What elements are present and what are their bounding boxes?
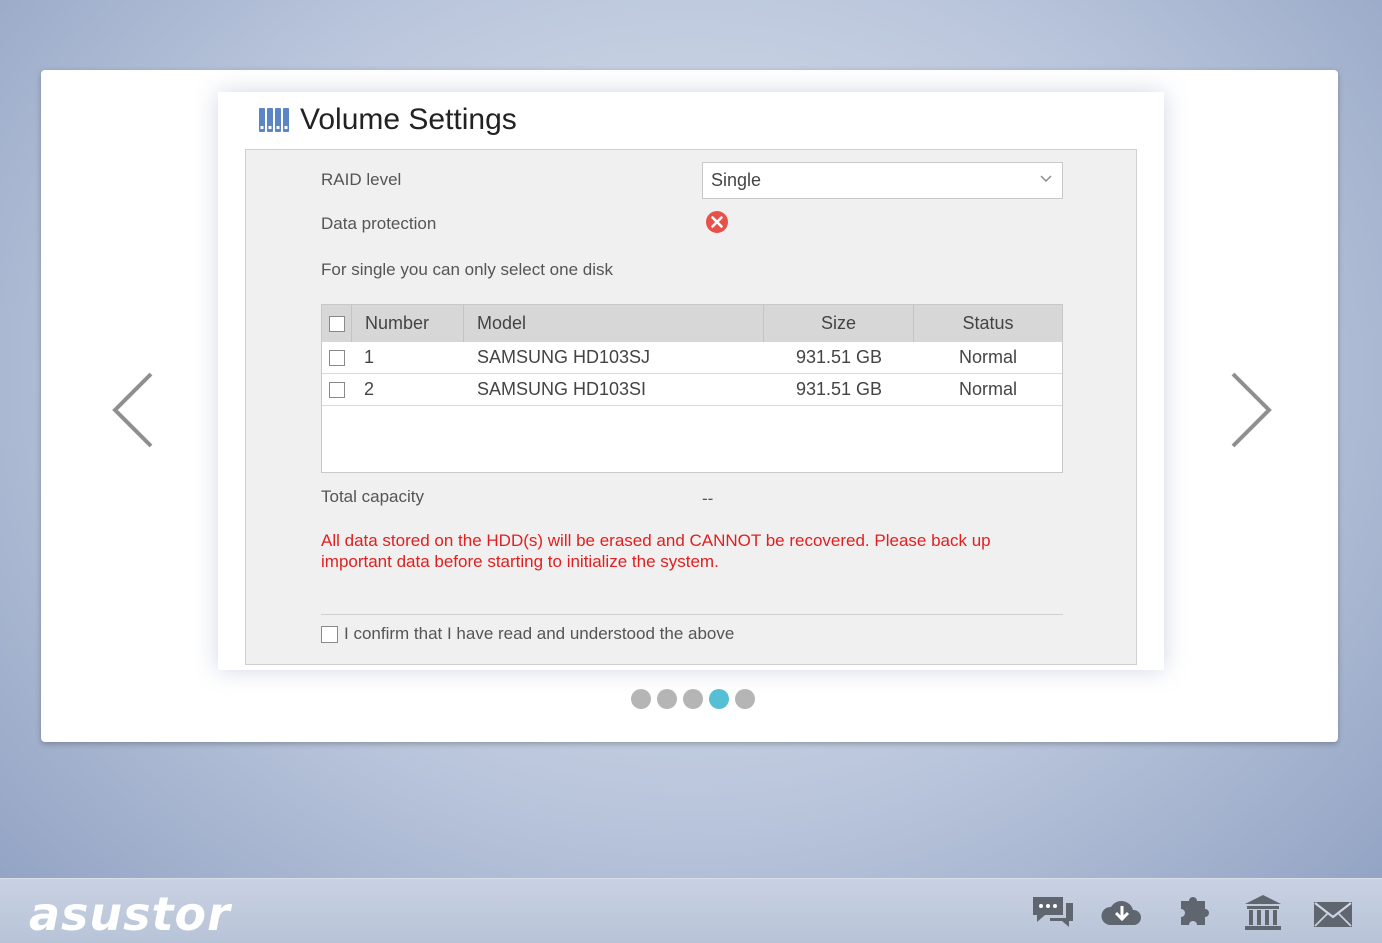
confirm-label[interactable]: I confirm that I have read and understoo… bbox=[344, 624, 734, 644]
divider bbox=[321, 614, 1063, 615]
data-protection-label: Data protection bbox=[321, 214, 437, 233]
header-status[interactable]: Status bbox=[914, 305, 1062, 342]
step-indicator bbox=[631, 689, 755, 709]
page-header: Volume Settings bbox=[258, 100, 517, 140]
raid-level-select[interactable]: Single bbox=[702, 162, 1063, 199]
step-dot-3[interactable] bbox=[683, 689, 703, 709]
bank-icon[interactable] bbox=[1241, 893, 1285, 933]
disk-status: Normal bbox=[958, 379, 1017, 399]
step-dot-1[interactable] bbox=[631, 689, 651, 709]
asustor-logo: asustor bbox=[29, 887, 231, 941]
mail-icon[interactable] bbox=[1311, 893, 1355, 933]
disk-status: Normal bbox=[958, 347, 1017, 367]
table-row[interactable]: 2 SAMSUNG HD103SI 931.51 GB Normal bbox=[322, 374, 1062, 406]
header-size[interactable]: Size bbox=[764, 305, 914, 342]
select-all-checkbox[interactable] bbox=[328, 315, 345, 332]
chevron-down-icon bbox=[1040, 175, 1052, 182]
erase-warning: All data stored on the HDD(s) will be er… bbox=[321, 531, 991, 571]
disk-number: 2 bbox=[364, 379, 375, 399]
table-row[interactable]: 1 SAMSUNG HD103SJ 931.51 GB Normal bbox=[322, 342, 1062, 374]
disk-model: SAMSUNG HD103SJ bbox=[477, 347, 651, 367]
total-capacity-value: -- bbox=[702, 489, 714, 508]
total-capacity-label: Total capacity bbox=[321, 487, 424, 506]
error-x-icon bbox=[706, 211, 728, 233]
chat-icon[interactable] bbox=[1031, 893, 1075, 933]
raid-level-value: Single bbox=[711, 170, 762, 190]
disk-number: 1 bbox=[364, 347, 375, 367]
cloud-download-icon[interactable] bbox=[1100, 893, 1144, 933]
row-checkbox[interactable] bbox=[329, 381, 345, 398]
confirm-checkbox[interactable] bbox=[321, 625, 338, 643]
previous-arrow-icon[interactable] bbox=[111, 372, 155, 448]
disk-size: 931.51 GB bbox=[795, 379, 883, 399]
step-dot-2[interactable] bbox=[657, 689, 677, 709]
header-model[interactable]: Model bbox=[464, 305, 764, 342]
step-dot-4-active[interactable] bbox=[709, 689, 729, 709]
row-checkbox[interactable] bbox=[329, 349, 345, 366]
confirm-row[interactable]: I confirm that I have read and understoo… bbox=[321, 624, 734, 644]
disk-table-header: Number Model Size Status bbox=[322, 305, 1062, 342]
plugin-icon[interactable] bbox=[1171, 893, 1215, 933]
disk-size: 931.51 GB bbox=[795, 347, 883, 367]
page-title: Volume Settings bbox=[300, 103, 517, 136]
single-disk-hint: For single you can only select one disk bbox=[321, 260, 613, 279]
step-dot-5[interactable] bbox=[735, 689, 755, 709]
volume-disks-icon bbox=[259, 108, 289, 132]
disk-model: SAMSUNG HD103SI bbox=[477, 379, 647, 399]
raid-level-label: RAID level bbox=[321, 170, 402, 189]
header-number[interactable]: Number bbox=[352, 305, 464, 342]
disk-table: Number Model Size Status 1 SAMSUNG HD103… bbox=[321, 304, 1063, 473]
next-arrow-icon[interactable] bbox=[1229, 372, 1273, 448]
